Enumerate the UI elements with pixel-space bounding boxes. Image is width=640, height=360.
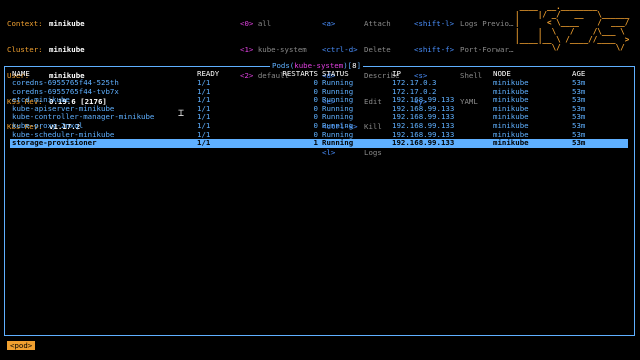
- context-value: minikube: [49, 19, 85, 29]
- hotkey-attach[interactable]: <a> Attach: [322, 19, 400, 29]
- hotkey-key: <shift-l>: [414, 19, 455, 29]
- cell-restarts: 0: [313, 86, 318, 96]
- cell-restarts: 0: [313, 95, 318, 105]
- cell-status: Running: [322, 138, 354, 148]
- cell-restarts: 0: [313, 129, 318, 139]
- cell-ready: 1/1: [197, 138, 211, 148]
- hotkey-label: Port-Forwar…: [460, 44, 514, 54]
- table-row[interactable]: kube-controller-manager-minikube 1/1 0 Runn…: [10, 113, 628, 122]
- cluster-value: minikube: [49, 44, 85, 54]
- table-row[interactable]: storage-provisioner 1/1 1 Running 192.168.99…: [10, 139, 628, 148]
- cell-restarts: 0: [313, 121, 318, 130]
- cell-restarts: 1: [313, 138, 318, 148]
- hotkey-port-forward[interactable]: <shift-f> Port-Forwar…: [414, 44, 514, 55]
- hotkey-label: Logs Previo…: [460, 19, 514, 29]
- hotkey-key: <shift-f>: [414, 44, 455, 54]
- cell-name: storage-provisioner: [12, 138, 97, 148]
- hotkey-logs-previous[interactable]: <shift-l> Logs Previo…: [414, 19, 514, 29]
- table-row[interactable]: coredns-6955765f44-tvb7x 1/1 0 Running 172.1…: [10, 86, 628, 97]
- cell-node: minikube: [493, 138, 529, 148]
- breadcrumb[interactable]: <pod>: [7, 341, 36, 350]
- context-row: Context: minikube: [7, 19, 107, 29]
- hotkey-label: Delete: [364, 44, 391, 54]
- hotkey-key: <a>: [322, 19, 336, 29]
- hotkey-delete[interactable]: <ctrl-d> Delete: [322, 44, 400, 55]
- context-label: Context:: [7, 19, 43, 29]
- logo-line: \/ \/: [515, 43, 630, 53]
- cell-restarts: 0: [313, 112, 318, 122]
- hotkey-label: Attach: [364, 19, 391, 29]
- cell-restarts: 0: [313, 103, 318, 113]
- namespace-key: <0>: [240, 19, 254, 29]
- table-row[interactable]: kube-scheduler-minikube 1/1 0 Running 192.16…: [10, 129, 628, 140]
- hotkey-key: <ctrl-d>: [322, 44, 358, 54]
- cluster-label: Cluster:: [7, 44, 43, 54]
- namespace-label: kube-system: [257, 44, 307, 54]
- namespace-label: all: [257, 19, 272, 29]
- cell-age: 53m: [572, 138, 586, 148]
- cell-ip: 192.168.99.133: [392, 138, 455, 148]
- text-cursor-icon: ⌶: [178, 108, 185, 119]
- cell-restarts: 0: [313, 78, 318, 87]
- k9s-logo: ____ __.________ | |/ _/ __ \______ | < \…: [515, 2, 630, 53]
- namespace-shortcut[interactable]: <0> all: [240, 19, 307, 29]
- cluster-row: Cluster: minikube: [7, 44, 107, 55]
- title-suffix: ]: [356, 61, 362, 70]
- header-restarts[interactable]: RESTARTS: [282, 69, 318, 79]
- namespace-shortcut[interactable]: <1> kube-system: [240, 44, 307, 55]
- namespace-key: <1>: [240, 44, 254, 54]
